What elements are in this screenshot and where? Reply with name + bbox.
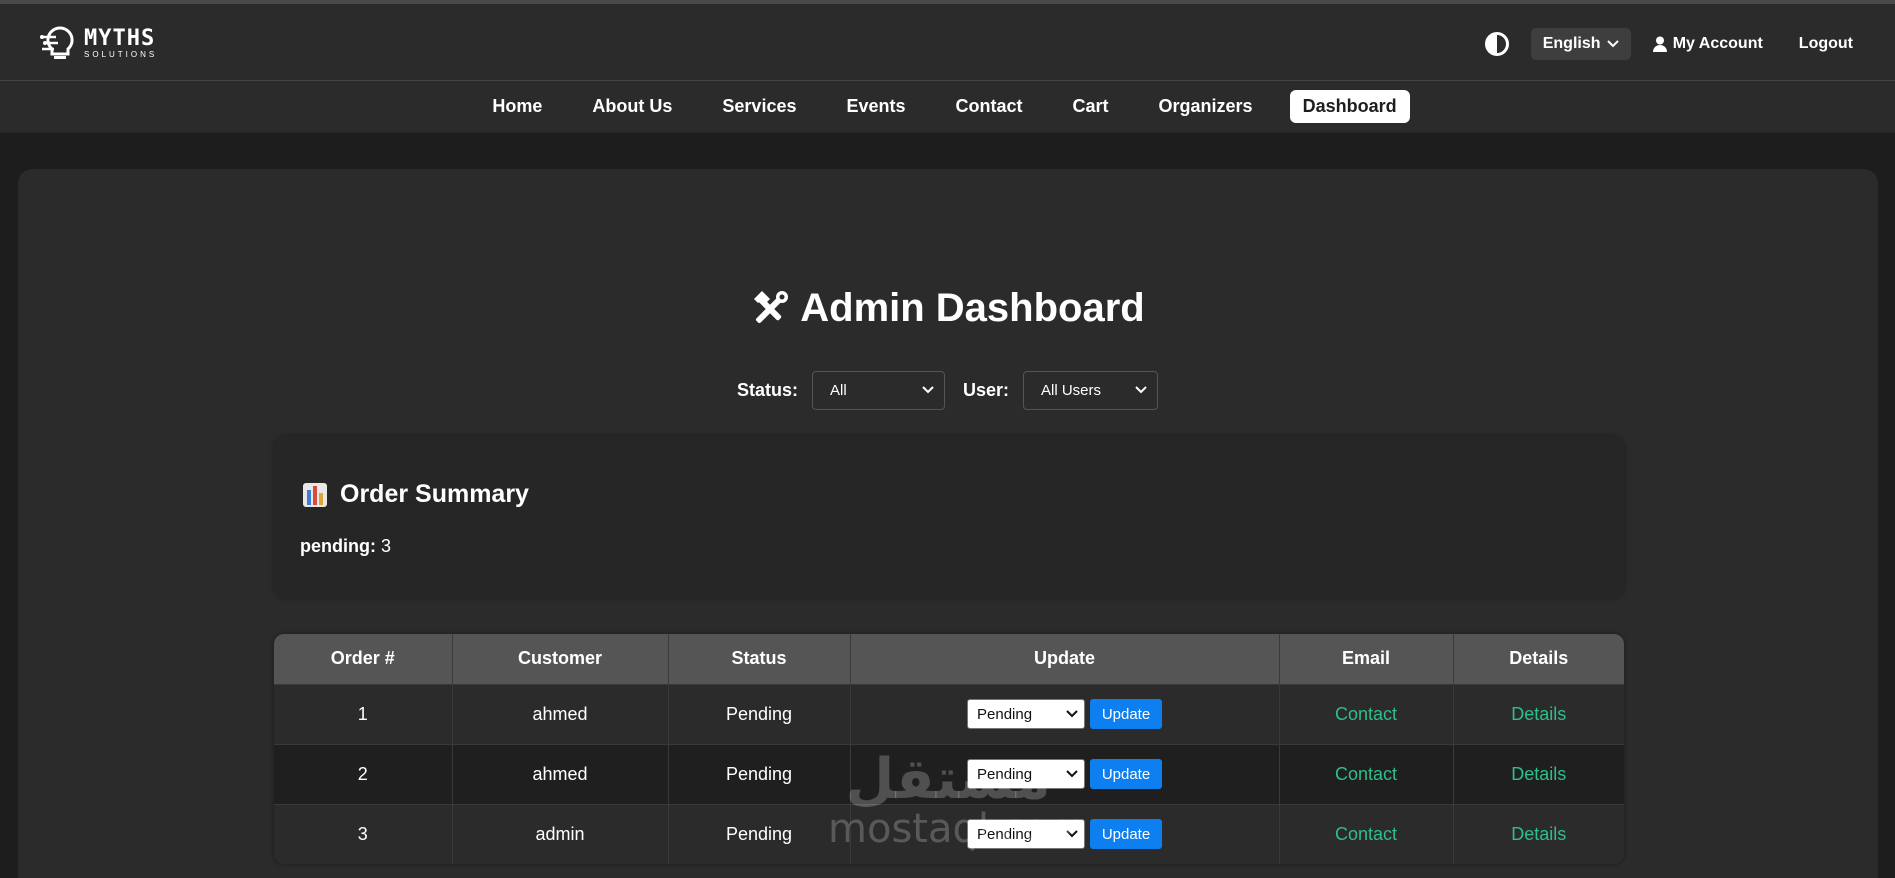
chevron-down-icon [1607, 35, 1619, 53]
column-header: Status [668, 634, 851, 684]
bar-chart-icon [303, 482, 327, 507]
chevron-down-icon [1066, 827, 1078, 841]
update-cell: Pending Update [850, 803, 1280, 864]
language-value: English [1542, 35, 1601, 52]
user-icon [1652, 36, 1667, 52]
update-cell: Pending Update [850, 743, 1280, 804]
status-cell: Pending [668, 803, 851, 864]
status-update-select[interactable]: Pending [967, 759, 1085, 789]
pending-value: 3 [381, 536, 392, 556]
table-row: 2 ahmed Pending Pending Update Contact Details [274, 743, 1624, 804]
customer-cell: admin [452, 803, 669, 864]
customer-cell: ahmed [452, 743, 669, 804]
nav-item-organizers[interactable]: Organizers [1146, 90, 1266, 123]
update-button[interactable]: Update [1090, 699, 1162, 729]
status-filter-select[interactable]: All [811, 370, 945, 410]
nav-list: Home About Us Services Events Contact Cart Org… [467, 90, 1421, 123]
email-cell: Contact [1279, 803, 1454, 864]
details-cell: Details [1453, 743, 1624, 804]
hammer-wrench-icon [754, 290, 789, 323]
user-filter-select[interactable]: All Users [1023, 370, 1159, 410]
orders-table: Order # Customer Status Update Email Details … [274, 634, 1624, 864]
email-cell: Contact [1279, 683, 1454, 744]
update-button[interactable]: Update [1090, 819, 1162, 850]
details-link[interactable]: Details [1511, 764, 1566, 784]
details-cell: Details [1453, 683, 1624, 744]
nav-item-contact[interactable]: Contact [943, 90, 1036, 123]
order-number-cell: 2 [274, 743, 453, 804]
order-number-cell: 3 [274, 803, 453, 864]
page-title: Admin Dashboard [0, 286, 1895, 331]
status-update-value: Pending [977, 825, 1033, 843]
nav-item-dashboard[interactable]: Dashboard [1289, 90, 1410, 123]
logout-link[interactable]: Logout [1799, 35, 1853, 53]
table-row: 3 admin Pending Pending Update Contact Details [274, 803, 1624, 864]
brand-logo[interactable]: MYTHS SOLUTIONS [40, 22, 170, 64]
status-update-select[interactable]: Pending [967, 699, 1085, 729]
my-account-label: My Account [1672, 35, 1763, 52]
language-select[interactable]: English [1530, 28, 1631, 60]
status-cell: Pending [668, 683, 851, 744]
my-account-link[interactable]: My Account [1652, 35, 1763, 53]
pending-count: pending: 3 [300, 536, 391, 557]
pending-label: pending: [300, 536, 376, 556]
update-cell: Pending Update [850, 683, 1280, 744]
table-body: 1 ahmed Pending Pending Update Contact Details… [274, 683, 1624, 864]
nav-item-events[interactable]: Events [833, 90, 918, 123]
customer-cell: ahmed [452, 683, 669, 744]
column-header: Order # [274, 634, 453, 684]
top-bar: MYTHS SOLUTIONS English My Account Logou… [0, 0, 1895, 81]
status-update-select[interactable]: Pending [967, 819, 1085, 850]
details-link[interactable]: Details [1511, 824, 1566, 844]
bulb-circuit-icon [40, 26, 74, 59]
order-summary-title-text: Order Summary [340, 480, 529, 508]
filters-bar: Status: All User: All Users [0, 370, 1895, 410]
column-header: Email [1279, 634, 1454, 684]
status-filter-value: All [829, 381, 847, 399]
status-update-value: Pending [977, 705, 1033, 723]
brand-name: MYTHS [84, 25, 156, 51]
order-summary-title: Order Summary [302, 480, 529, 509]
chevron-down-icon [1066, 707, 1078, 721]
user-filter-label: User: [962, 379, 1010, 400]
status-update-value: Pending [977, 765, 1033, 783]
nav-item-about-us[interactable]: About Us [579, 90, 685, 123]
contact-link[interactable]: Contact [1335, 704, 1397, 724]
nav-item-cart[interactable]: Cart [1060, 90, 1122, 123]
details-link[interactable]: Details [1511, 704, 1566, 724]
order-number-cell: 1 [274, 683, 453, 744]
chevron-down-icon [922, 383, 934, 397]
email-cell: Contact [1279, 743, 1454, 804]
nav-item-home[interactable]: Home [479, 90, 555, 123]
table-header-row: Order # Customer Status Update Email Details [274, 634, 1624, 684]
user-filter-value: All Users [1041, 381, 1102, 399]
contact-link[interactable]: Contact [1335, 824, 1397, 844]
page-title-text: Admin Dashboard [800, 286, 1145, 330]
update-button[interactable]: Update [1090, 759, 1162, 789]
column-header: Customer [452, 634, 669, 684]
column-header: Update [850, 634, 1280, 684]
main-nav: Home About Us Services Events Contact Cart Org… [0, 81, 1895, 133]
details-cell: Details [1453, 803, 1624, 864]
contact-link[interactable]: Contact [1335, 764, 1397, 784]
header-actions: English My Account Logout [1484, 26, 1853, 62]
chevron-down-icon [1135, 383, 1147, 397]
table-row: 1 ahmed Pending Pending Update Contact Details [274, 683, 1624, 744]
status-filter-label: Status: [736, 379, 798, 400]
nav-item-services[interactable]: Services [709, 90, 809, 123]
brand-tagline: SOLUTIONS [84, 49, 158, 59]
status-cell: Pending [668, 743, 851, 804]
chevron-down-icon [1066, 767, 1078, 781]
column-header: Details [1453, 634, 1624, 684]
order-summary-card: Order Summary pending: 3 [274, 436, 1624, 598]
contrast-icon[interactable] [1484, 32, 1509, 56]
